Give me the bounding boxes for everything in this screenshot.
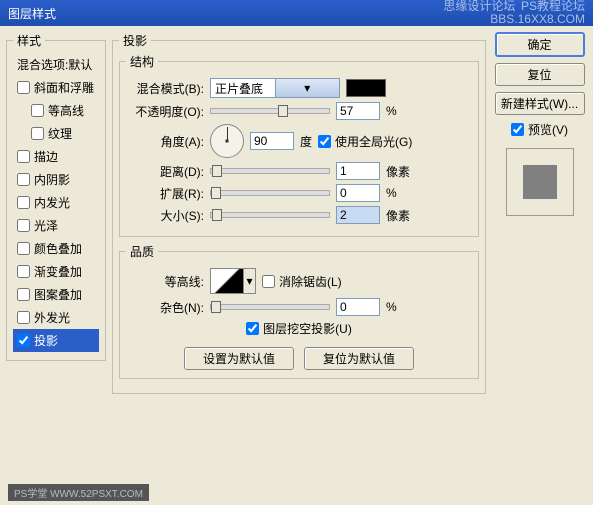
style-label: 内发光 — [34, 194, 70, 211]
title-bar: 图层样式 思缘设计论坛 PS教程论坛 BBS.16XX8.COM — [0, 0, 593, 26]
style-label: 斜面和浮雕 — [34, 79, 94, 96]
spread-input[interactable] — [336, 184, 380, 202]
chevron-down-icon: ▾ — [275, 79, 340, 97]
style-item-1[interactable]: 等高线 — [13, 99, 99, 122]
style-checkbox[interactable] — [31, 127, 44, 140]
preview-swatch — [523, 165, 557, 199]
structure-legend: 结构 — [126, 53, 158, 70]
style-item-2[interactable]: 纹理 — [13, 122, 99, 145]
contour-label: 等高线: — [126, 273, 204, 290]
style-checkbox[interactable] — [17, 150, 30, 163]
quality-legend: 品质 — [126, 243, 158, 260]
size-slider[interactable] — [210, 212, 330, 218]
style-label: 光泽 — [34, 217, 58, 234]
style-item-5[interactable]: 内发光 — [13, 191, 99, 214]
reset-button[interactable]: 复位 — [495, 63, 585, 86]
style-checkbox[interactable] — [17, 173, 30, 186]
preview-checkbox[interactable]: 预览(V) — [511, 121, 568, 138]
style-checkbox[interactable] — [17, 196, 30, 209]
style-checkbox[interactable] — [17, 265, 30, 278]
antialias-checkbox[interactable]: 消除锯齿(L) — [262, 273, 342, 290]
style-checkbox[interactable] — [17, 311, 30, 324]
style-label: 颜色叠加 — [34, 240, 82, 257]
quality-group: 品质 等高线: ▾ 消除锯齿(L) 杂色(N): — [119, 243, 479, 379]
structure-group: 结构 混合模式(B): 正片叠底 ▾ 不透明度(O): % 角度( — [119, 53, 479, 237]
distance-slider[interactable] — [210, 168, 330, 174]
new-style-button[interactable]: 新建样式(W)... — [495, 92, 585, 115]
spread-slider[interactable] — [210, 190, 330, 196]
style-checkbox[interactable] — [31, 104, 44, 117]
knockout-checkbox[interactable]: 图层挖空投影(U) — [246, 320, 352, 337]
dialog-title: 图层样式 — [8, 5, 56, 22]
style-item-4[interactable]: 内阴影 — [13, 168, 99, 191]
chevron-down-icon[interactable]: ▾ — [244, 268, 256, 294]
make-default-button[interactable]: 设置为默认值 — [184, 347, 294, 370]
style-checkbox[interactable] — [17, 81, 30, 94]
blend-mode-select[interactable]: 正片叠底 ▾ — [210, 78, 340, 98]
distance-label: 距离(D): — [126, 163, 204, 180]
style-item-10[interactable]: 外发光 — [13, 306, 99, 329]
watermark-bottom: PS学堂 WWW.52PSXT.COM — [8, 484, 149, 501]
watermark-top: 思缘设计论坛 PS教程论坛 BBS.16XX8.COM — [443, 0, 585, 26]
spread-label: 扩展(R): — [126, 185, 204, 202]
reset-default-button[interactable]: 复位为默认值 — [304, 347, 414, 370]
opacity-slider[interactable] — [210, 108, 330, 114]
size-label: 大小(S): — [126, 207, 204, 224]
effect-legend: 投影 — [119, 32, 151, 49]
style-item-11[interactable]: 投影 — [13, 329, 99, 352]
noise-input[interactable] — [336, 298, 380, 316]
preview-box — [506, 148, 574, 216]
blend-options-item[interactable]: 混合选项:默认 — [13, 53, 99, 76]
angle-label: 角度(A): — [126, 133, 204, 150]
blend-mode-label: 混合模式(B): — [126, 80, 204, 97]
style-checkbox[interactable] — [17, 242, 30, 255]
style-item-8[interactable]: 渐变叠加 — [13, 260, 99, 283]
ok-button[interactable]: 确定 — [495, 32, 585, 57]
styles-panel: 样式 混合选项:默认斜面和浮雕等高线纹理描边内阴影内发光光泽颜色叠加渐变叠加图案… — [6, 32, 106, 361]
global-light-checkbox[interactable]: 使用全局光(G) — [318, 133, 412, 150]
noise-label: 杂色(N): — [126, 299, 204, 316]
styles-legend: 样式 — [13, 32, 45, 49]
style-label: 描边 — [34, 148, 58, 165]
distance-input[interactable] — [336, 162, 380, 180]
size-input[interactable] — [336, 206, 380, 224]
style-label: 图案叠加 — [34, 286, 82, 303]
style-label: 等高线 — [48, 102, 84, 119]
style-item-6[interactable]: 光泽 — [13, 214, 99, 237]
style-label: 内阴影 — [34, 171, 70, 188]
style-item-9[interactable]: 图案叠加 — [13, 283, 99, 306]
effect-panel: 投影 结构 混合模式(B): 正片叠底 ▾ 不透明度(O): % — [112, 32, 486, 394]
style-label: 投影 — [34, 332, 58, 349]
opacity-label: 不透明度(O): — [126, 103, 204, 120]
style-item-0[interactable]: 斜面和浮雕 — [13, 76, 99, 99]
style-item-3[interactable]: 描边 — [13, 145, 99, 168]
style-label: 纹理 — [48, 125, 72, 142]
angle-dial[interactable] — [210, 124, 244, 158]
style-item-7[interactable]: 颜色叠加 — [13, 237, 99, 260]
angle-input[interactable] — [250, 132, 294, 150]
style-checkbox[interactable] — [17, 288, 30, 301]
style-label: 外发光 — [34, 309, 70, 326]
noise-slider[interactable] — [210, 304, 330, 310]
opacity-input[interactable] — [336, 102, 380, 120]
style-label: 渐变叠加 — [34, 263, 82, 280]
contour-picker[interactable] — [210, 268, 244, 294]
style-checkbox[interactable] — [17, 334, 30, 347]
shadow-color-swatch[interactable] — [346, 79, 386, 97]
style-checkbox[interactable] — [17, 219, 30, 232]
